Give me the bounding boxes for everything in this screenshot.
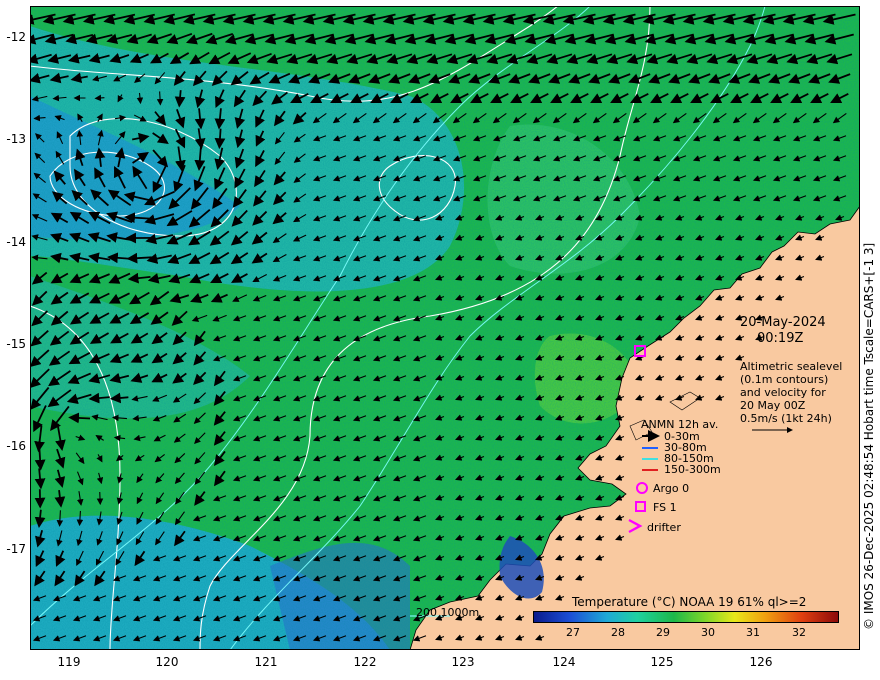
y-tick: -13 (6, 132, 26, 146)
x-tick: 120 (155, 655, 179, 669)
y-tick: -16 (6, 439, 26, 453)
colorbar-tick: 27 (566, 626, 580, 639)
altimetry-line: (0.1m contours) (740, 373, 829, 386)
altimetry-line: 0.5m/s (1kt 24h) (740, 412, 832, 425)
x-tick: 122 (353, 655, 377, 669)
imos-credit: © IMOS 26-Dec-2025 02:48:54 Hobart time … (862, 242, 876, 630)
x-tick: 121 (254, 655, 278, 669)
argo-label: Argo 0 (653, 482, 690, 495)
y-tick: -15 (6, 337, 26, 351)
y-tick: -14 (6, 235, 26, 249)
altimetry-line: Altimetric sealevel (740, 360, 843, 373)
velocity-arrow (94, 94, 105, 102)
colorbar-tick: 29 (656, 626, 670, 639)
legend-item: 150-300m (664, 463, 721, 476)
altimetry-line: 20 May 00Z (740, 399, 806, 412)
colorbar-tick: 31 (746, 626, 760, 639)
fs-label: FS 1 (653, 501, 677, 514)
x-tick: 119 (57, 655, 81, 669)
altimetry-line: and velocity for (740, 386, 826, 399)
x-tick: 126 (749, 655, 773, 669)
velocity-arrow (156, 91, 164, 106)
temperature-colorbar (533, 611, 839, 623)
colorbar-title: Temperature (°C) NOAA 19 61% ql>=2 (572, 595, 807, 609)
drifter-label: drifter (647, 521, 681, 534)
y-tick: -17 (6, 542, 26, 556)
map-canvas (30, 6, 860, 650)
velocity-arrow (214, 128, 226, 150)
sst-map[interactable] (30, 6, 860, 650)
x-tick: 125 (650, 655, 674, 669)
colorbar-tick: 30 (701, 626, 715, 639)
y-tick: -12 (6, 30, 26, 44)
x-tick: 123 (451, 655, 475, 669)
colorbar-tick: 28 (611, 626, 625, 639)
map-time: 00:19Z (757, 331, 804, 346)
isobath-label: 200 1000m (416, 606, 480, 619)
map-date: 20-May-2024 (740, 315, 826, 330)
x-tick: 124 (552, 655, 576, 669)
velocity-arrow (68, 412, 91, 424)
colorbar-tick: 32 (792, 626, 806, 639)
